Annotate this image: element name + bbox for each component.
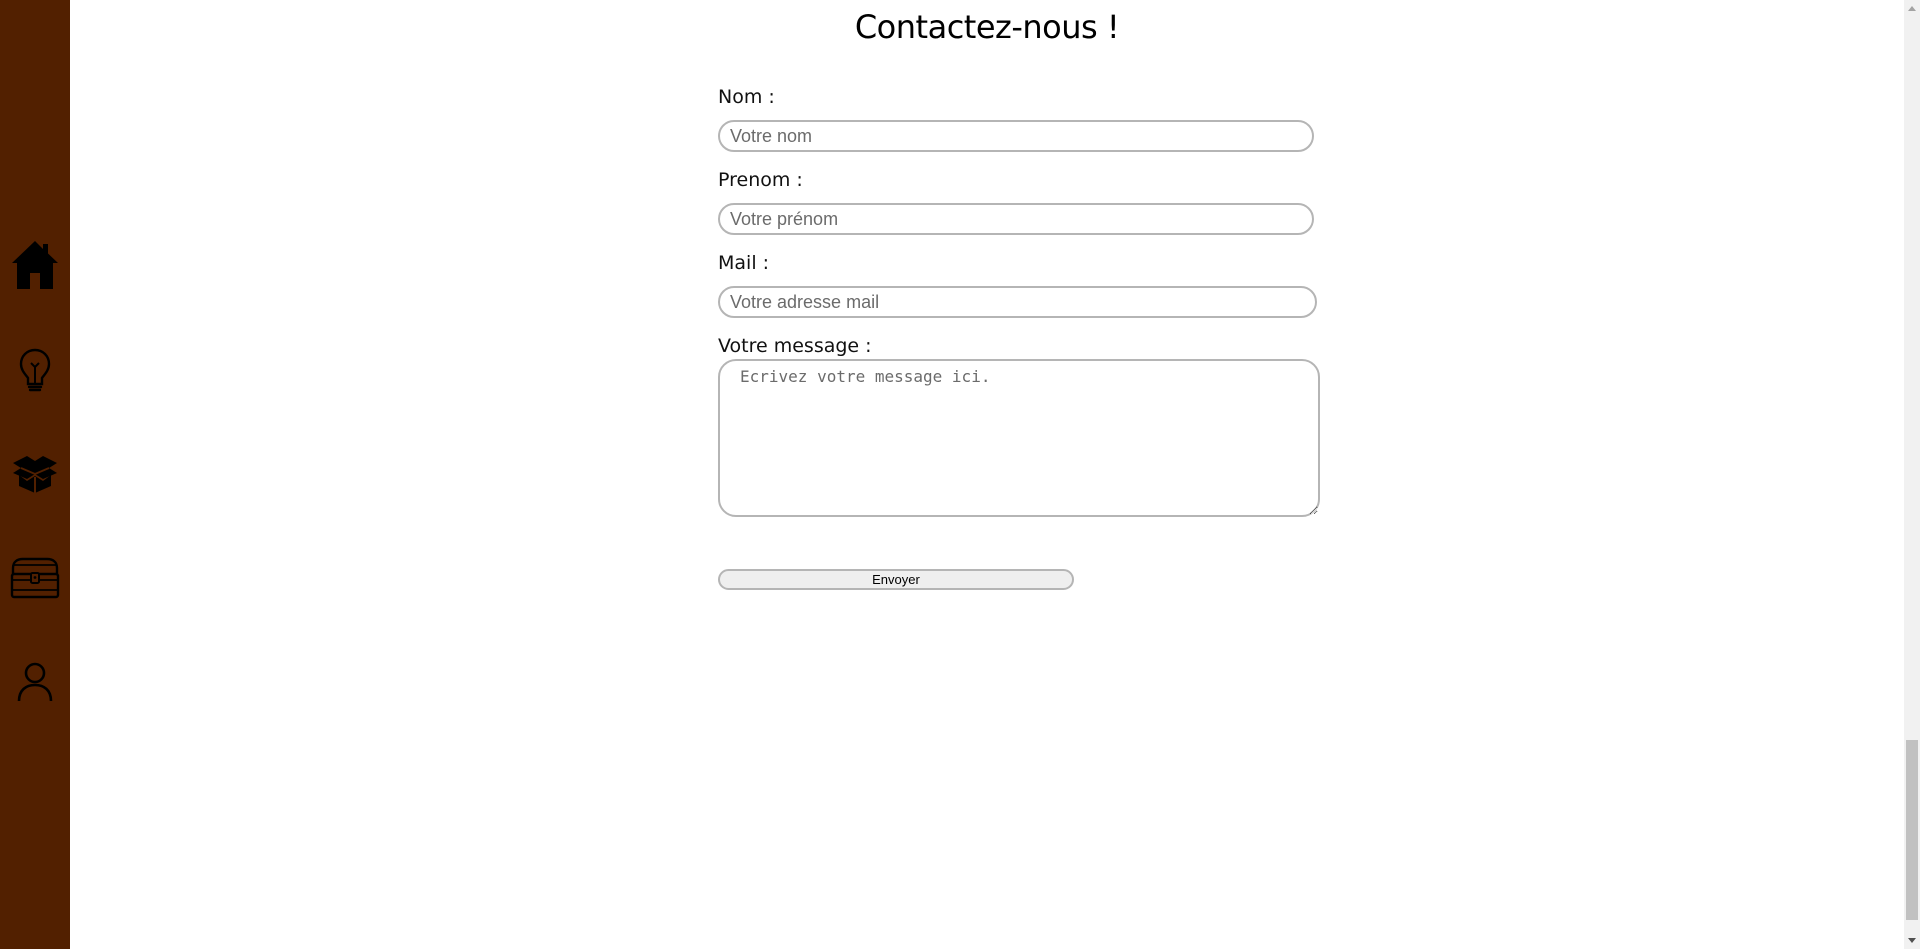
- nom-label: Nom :: [718, 86, 775, 108]
- prenom-label: Prenom :: [718, 169, 803, 191]
- mail-label: Mail :: [718, 252, 770, 274]
- vertical-scrollbar[interactable]: [1904, 0, 1920, 949]
- lightbulb-icon: [18, 347, 52, 393]
- page-title: Contactez-nous !: [854, 8, 1120, 46]
- envoyer-button[interactable]: Envoyer: [718, 569, 1074, 590]
- nom-input[interactable]: [718, 120, 1314, 152]
- scroll-up-arrow[interactable]: [1904, 0, 1920, 17]
- nav-item-treasure[interactable]: [0, 543, 70, 613]
- treasure-chest-icon: [9, 556, 61, 600]
- mail-input[interactable]: [718, 286, 1317, 318]
- house-icon: [10, 239, 60, 291]
- chevron-up-icon: [1908, 6, 1916, 11]
- scroll-down-arrow[interactable]: [1904, 932, 1920, 949]
- main-content: Contactez-nous ! Nom : Prenom : Mail : V…: [70, 0, 1904, 949]
- nav-item-account[interactable]: [0, 647, 70, 717]
- sidebar: [0, 0, 70, 949]
- nav-item-products[interactable]: [0, 439, 70, 509]
- scroll-thumb[interactable]: [1906, 740, 1918, 920]
- nav-item-home[interactable]: [0, 230, 70, 300]
- user-icon: [16, 661, 54, 703]
- open-box-icon: [11, 453, 59, 495]
- prenom-input[interactable]: [718, 203, 1314, 235]
- message-textarea[interactable]: [718, 359, 1320, 517]
- message-label: Votre message :: [718, 335, 872, 357]
- nav-item-ideas[interactable]: [0, 335, 70, 405]
- chevron-down-icon: [1908, 938, 1916, 943]
